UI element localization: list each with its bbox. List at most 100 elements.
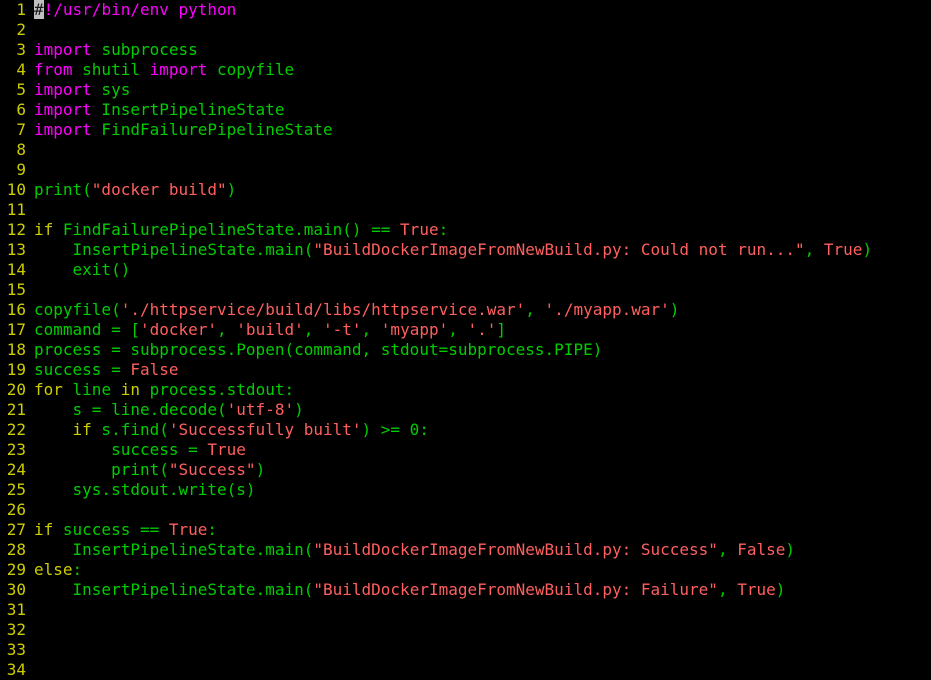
- code-line[interactable]: 14 exit(): [0, 260, 931, 280]
- line-number: 31: [6, 600, 26, 619]
- code-text: success = True: [34, 440, 246, 459]
- code-token: command = [: [34, 320, 140, 339]
- code-line[interactable]: 15: [0, 280, 931, 300]
- line-number: 4: [16, 60, 26, 79]
- code-token: s = line.decode(: [34, 400, 227, 419]
- code-line[interactable]: 12 if FindFailurePipelineState.main() == …: [0, 220, 931, 240]
- code-token: :: [72, 560, 83, 579]
- code-text: if s.find('Successfully built') >= 0:: [34, 420, 429, 439]
- code-token: print(: [34, 460, 169, 479]
- code-token: !/usr/bin/env python: [43, 0, 237, 19]
- code-token: import: [149, 60, 208, 79]
- code-token: ): [255, 460, 266, 479]
- code-token: else: [34, 560, 73, 579]
- line-number: 12: [6, 220, 26, 239]
- code-text: success = False: [34, 360, 179, 379]
- code-line[interactable]: 13 InsertPipelineState.main("BuildDocker…: [0, 240, 931, 260]
- line-number: 23: [6, 440, 26, 459]
- code-token: "BuildDockerImageFromNewBuild.py: Failur…: [313, 580, 718, 599]
- code-text: for line in process.stdout:: [34, 380, 294, 399]
- code-text: InsertPipelineState.main("BuildDockerIma…: [34, 540, 795, 559]
- code-line[interactable]: 19 success = False: [0, 360, 931, 380]
- code-token: True: [207, 440, 246, 459]
- line-number: 34: [6, 660, 26, 679]
- code-token: FindFailurePipelineState: [91, 120, 333, 139]
- code-line[interactable]: 10 print("docker build"): [0, 180, 931, 200]
- code-line[interactable]: 5 import sys: [0, 80, 931, 100]
- code-token: ,: [303, 320, 323, 339]
- code-text: import FindFailurePipelineState: [34, 120, 333, 139]
- code-line[interactable]: 21 s = line.decode('utf-8'): [0, 400, 931, 420]
- code-line[interactable]: 33: [0, 640, 931, 660]
- code-token: ,: [361, 320, 381, 339]
- code-text: exit(): [34, 260, 131, 279]
- code-token: InsertPipelineState.main(: [34, 240, 314, 259]
- code-line[interactable]: 25 sys.stdout.write(s): [0, 480, 931, 500]
- line-number: 32: [6, 620, 26, 639]
- code-token: True: [823, 240, 863, 259]
- code-token: success ==: [53, 520, 169, 539]
- code-line[interactable]: 1 #!/usr/bin/env python: [0, 0, 931, 20]
- code-line[interactable]: 20 for line in process.stdout:: [0, 380, 931, 400]
- code-token: import: [34, 80, 92, 99]
- code-editor[interactable]: 1 #!/usr/bin/env python 2 3 import subproces…: [0, 0, 931, 680]
- code-token: ,: [525, 300, 545, 319]
- code-token: import: [34, 100, 92, 119]
- code-text: print("docker build"): [34, 180, 236, 199]
- line-number: 20: [6, 380, 26, 399]
- line-number: 13: [6, 240, 26, 259]
- code-line[interactable]: 28 InsertPipelineState.main("BuildDocker…: [0, 540, 931, 560]
- code-line[interactable]: 6 import InsertPipelineState: [0, 100, 931, 120]
- line-number: 26: [6, 500, 26, 519]
- text-cursor: #: [34, 0, 44, 19]
- code-text: copyfile('./httpservice/build/libs/https…: [34, 300, 679, 319]
- code-text: import subprocess: [34, 40, 198, 59]
- code-line[interactable]: 26: [0, 500, 931, 520]
- code-text: #!/usr/bin/env python: [34, 0, 236, 19]
- code-line[interactable]: 29 else:: [0, 560, 931, 580]
- code-line[interactable]: 23 success = True: [0, 440, 931, 460]
- code-line[interactable]: 30 InsertPipelineState.main("BuildDocker…: [0, 580, 931, 600]
- code-token: copyfile: [207, 60, 295, 79]
- code-line[interactable]: 17 command = ['docker', 'build', '-t', 'm…: [0, 320, 931, 340]
- code-token: ,: [717, 580, 738, 599]
- code-token: for: [34, 380, 63, 399]
- line-number: 7: [16, 120, 26, 139]
- code-token: ): [862, 240, 873, 259]
- code-token: "docker build": [91, 180, 227, 199]
- line-number: 15: [6, 280, 26, 299]
- line-number: 1: [16, 0, 26, 19]
- code-line[interactable]: 3 import subprocess: [0, 40, 931, 60]
- code-lines-container[interactable]: 1 #!/usr/bin/env python 2 3 import subproces…: [0, 0, 931, 680]
- code-line[interactable]: 4 from shutil import copyfile: [0, 60, 931, 80]
- code-line[interactable]: 18 process = subprocess.Popen(command, st…: [0, 340, 931, 360]
- code-token: sys.stdout.write(s): [34, 480, 256, 499]
- code-line[interactable]: 9: [0, 160, 931, 180]
- code-line[interactable]: 31: [0, 600, 931, 620]
- code-text: command = ['docker', 'build', '-t', 'mya…: [34, 320, 506, 339]
- code-line[interactable]: 8: [0, 140, 931, 160]
- code-line[interactable]: 11: [0, 200, 931, 220]
- code-text: import sys: [34, 80, 130, 99]
- code-line[interactable]: 7 import FindFailurePipelineState: [0, 120, 931, 140]
- code-token: shutil: [72, 60, 150, 79]
- code-token: import: [34, 120, 92, 139]
- line-number: 27: [6, 520, 26, 539]
- line-number: 18: [6, 340, 26, 359]
- code-line[interactable]: 16 copyfile('./httpservice/build/libs/htt…: [0, 300, 931, 320]
- code-token: ): [669, 300, 680, 319]
- line-number: 33: [6, 640, 26, 659]
- line-number: 3: [16, 40, 26, 59]
- code-line[interactable]: 22 if s.find('Successfully built') >= 0:: [0, 420, 931, 440]
- code-line[interactable]: 34: [0, 660, 931, 680]
- code-line[interactable]: 32: [0, 620, 931, 640]
- code-line[interactable]: 24 print("Success"): [0, 460, 931, 480]
- code-text: sys.stdout.write(s): [34, 480, 256, 499]
- code-token: :: [207, 520, 218, 539]
- code-token: ): [294, 400, 304, 419]
- line-number: 25: [6, 480, 26, 499]
- code-line[interactable]: 2: [0, 20, 931, 40]
- code-line[interactable]: 27 if success == True:: [0, 520, 931, 540]
- code-token: 'Successfully built': [168, 420, 362, 439]
